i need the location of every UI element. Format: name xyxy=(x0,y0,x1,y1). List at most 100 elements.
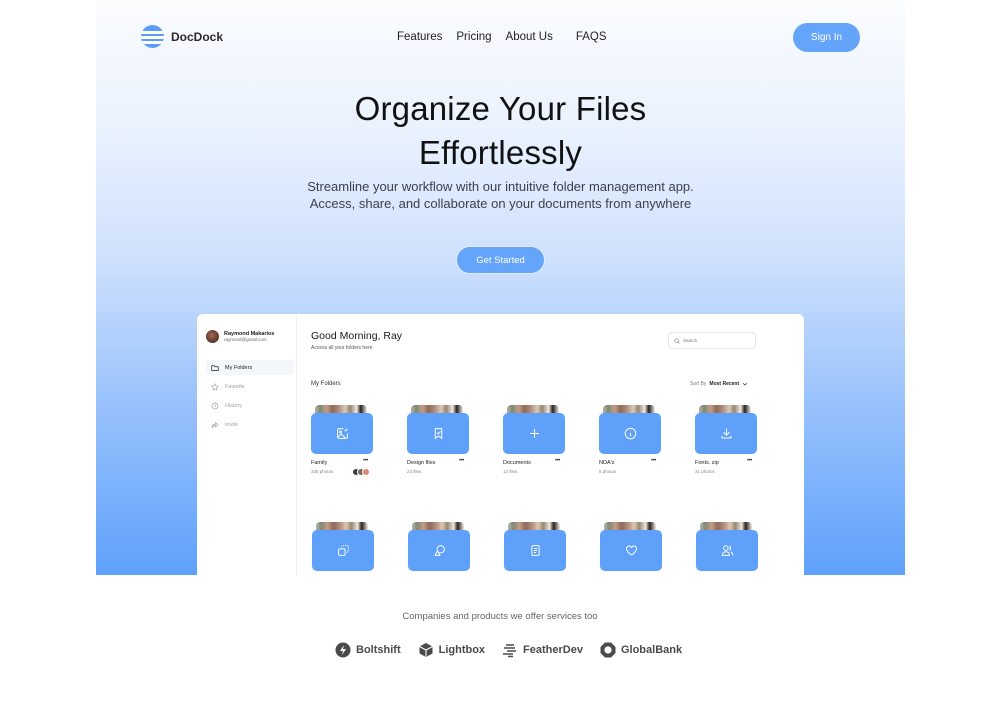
sign-in-button[interactable]: Sign In xyxy=(793,23,860,52)
folder-name: Documents xyxy=(503,460,531,466)
hero-section: DocDock Features Pricing About Us FAQS S… xyxy=(96,0,905,575)
folder-face xyxy=(696,530,758,571)
folder-face xyxy=(599,413,661,454)
folder-count: 12 files xyxy=(503,469,518,474)
more-options-icon[interactable]: ••• xyxy=(555,458,560,464)
companies-label: Companies and products we offer services… xyxy=(402,611,598,622)
heart-icon xyxy=(625,545,637,556)
logo[interactable]: DocDock xyxy=(141,25,223,48)
nav-link-features[interactable]: Features xyxy=(397,31,442,43)
more-options-icon[interactable]: ••• xyxy=(651,458,656,464)
sort-dropdown[interactable]: Sort By Most Recent xyxy=(690,381,748,387)
folder-count: 31 photos xyxy=(695,469,715,474)
folder-count: 335 photos xyxy=(311,469,334,474)
feather-lines-icon xyxy=(503,644,517,658)
folder-card[interactable]: NDA's 5 photos ••• xyxy=(599,405,661,480)
sidebar-item-label: Favorite xyxy=(225,383,245,390)
hero-title: Organize Your Files Effortlessly xyxy=(96,87,905,175)
sidebar-item-favorite[interactable]: Favorite xyxy=(206,379,294,394)
copy-icon xyxy=(337,545,349,556)
avatar xyxy=(206,330,219,343)
app-main: Good Morning, Ray Access all your folder… xyxy=(297,314,804,575)
folder-icon xyxy=(211,364,219,371)
shapes-icon xyxy=(433,545,445,556)
wave-globe-icon xyxy=(141,25,164,48)
hero-title-line1: Organize Your Files xyxy=(354,90,647,127)
member-avatar xyxy=(362,468,370,476)
nav-link-pricing[interactable]: Pricing xyxy=(456,31,491,43)
folder-card[interactable]: Fonts. zip 31 photos ••• xyxy=(695,405,757,480)
shared-members xyxy=(352,468,374,477)
folder-card[interactable]: Design files 23 files ••• xyxy=(407,405,469,480)
folder-name: NDA's xyxy=(599,460,615,466)
folder-card[interactable] xyxy=(504,522,566,575)
download-icon xyxy=(721,428,731,439)
brand-boltshift: Boltshift xyxy=(335,642,401,658)
folder-card[interactable]: Documents 12 files ••• xyxy=(503,405,565,480)
sidebar-item-history[interactable]: History xyxy=(206,398,294,413)
chevron-down-icon xyxy=(743,383,748,386)
folder-face xyxy=(312,530,374,571)
users-icon xyxy=(721,545,733,556)
folder-face xyxy=(695,413,757,454)
folder-count: 23 files xyxy=(407,469,422,474)
folder-card[interactable] xyxy=(696,522,758,575)
sidebar-item-my-folders[interactable]: My Folders xyxy=(206,360,294,375)
share-icon xyxy=(211,421,219,428)
main-nav: Features Pricing About Us FAQS xyxy=(397,31,621,43)
info-icon xyxy=(624,427,636,440)
folder-face xyxy=(503,413,565,454)
brand-lightbox: Lightbox xyxy=(418,642,485,658)
search-placeholder: Search xyxy=(683,338,698,343)
folder-face xyxy=(504,530,566,571)
brand-featherdev: FeatherDev xyxy=(502,642,583,658)
section-title: My Folders xyxy=(311,381,341,387)
brand-globalbank: GlobalBank xyxy=(600,642,682,658)
get-started-button[interactable]: Get Started xyxy=(457,247,544,273)
folder-face xyxy=(407,413,469,454)
folder-face xyxy=(311,413,373,454)
brand-name: GlobalBank xyxy=(620,644,683,656)
folder-face xyxy=(408,530,470,571)
user-profile[interactable]: Raymond Makarios raymond@gmail.com xyxy=(206,330,274,343)
user-email: raymond@gmail.com xyxy=(224,337,267,342)
folder-name: Family xyxy=(311,460,328,466)
hero-subtitle: Streamline your workflow with our intuit… xyxy=(307,179,694,211)
brand-name: DocDock xyxy=(171,29,224,44)
more-options-icon[interactable]: ••• xyxy=(747,458,752,464)
folder-card[interactable] xyxy=(408,522,470,575)
app-sidebar: Raymond Makarios raymond@gmail.com My Fo… xyxy=(197,314,297,575)
company-logos: Boltshift Lightbox FeatherDev GlobalBank xyxy=(335,642,699,658)
document-icon xyxy=(530,545,540,556)
folder-count: 5 photos xyxy=(599,469,617,474)
sort-label: Sort By xyxy=(690,381,707,387)
brand-name: Lightbox xyxy=(438,644,486,656)
cube-icon xyxy=(418,643,433,657)
folder-card[interactable]: Family 335 photos ••• xyxy=(311,405,373,480)
more-options-icon[interactable]: ••• xyxy=(459,458,464,464)
greeting-title: Good Morning, Ray xyxy=(311,330,403,342)
octagon-ring-icon xyxy=(600,642,616,658)
folder-name: Fonts. zip xyxy=(695,460,719,466)
plus-icon xyxy=(529,429,539,438)
folder-card[interactable] xyxy=(312,522,374,575)
greeting-subtitle: Access all your folders here xyxy=(311,345,373,351)
bolt-icon xyxy=(335,642,351,658)
brand-name: FeatherDev xyxy=(523,644,583,656)
image-check-icon xyxy=(336,428,348,439)
brand-name: Boltshift xyxy=(356,644,401,656)
sidebar-item-label: My Folders xyxy=(225,364,253,371)
star-icon xyxy=(211,382,219,391)
folder-face xyxy=(600,530,662,571)
hero-title-line2: Effortlessly xyxy=(418,134,583,171)
sidebar-item-label: History xyxy=(225,402,243,409)
search-icon xyxy=(674,337,680,344)
sort-value: Most Recent xyxy=(709,381,740,387)
folder-card[interactable] xyxy=(600,522,662,575)
bookmark-check-icon xyxy=(434,428,442,440)
sidebar-item-invite[interactable]: Invite xyxy=(206,417,294,432)
nav-link-faqs[interactable]: FAQS xyxy=(576,31,607,43)
nav-link-about[interactable]: About Us xyxy=(506,31,553,43)
search-input[interactable]: Search xyxy=(668,332,756,349)
more-options-icon[interactable]: ••• xyxy=(363,458,368,464)
